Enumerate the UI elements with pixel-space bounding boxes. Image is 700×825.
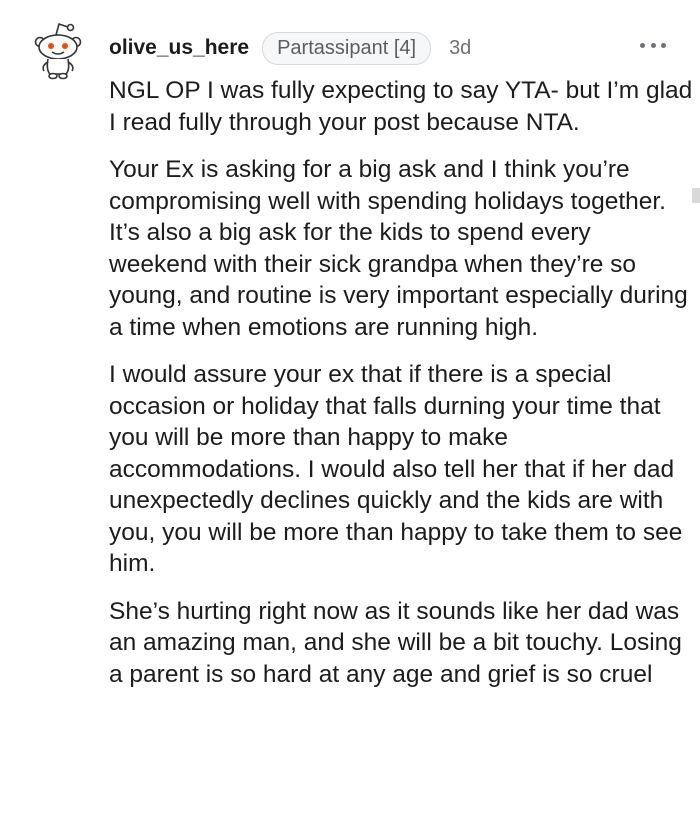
comment-header: olive_us_here Partassipant [4] 3d	[109, 31, 471, 65]
comment-paragraph: I would assure your ex that if there is …	[109, 361, 683, 577]
comment-body: NGL OP I was fully expecting to say YTA-…	[109, 75, 694, 706]
comment: olive_us_here Partassipant [4] 3d NGL OP…	[0, 0, 700, 825]
username[interactable]: olive_us_here	[109, 36, 249, 60]
comment-paragraph: NGL OP I was fully expecting to say YTA-…	[109, 77, 693, 136]
dot	[650, 42, 656, 48]
snoo-avatar-icon	[34, 22, 82, 80]
comment-paragraph: Your Ex is asking for a big ask and I th…	[109, 156, 688, 341]
comment-age[interactable]: 3d	[449, 37, 471, 60]
comment-paragraph: She’s hurting right now as it sounds lik…	[109, 597, 682, 688]
user-flair: Partassipant [4]	[262, 31, 432, 65]
scrollbar-thumb[interactable]	[692, 188, 700, 203]
dot	[640, 42, 645, 48]
avatar[interactable]	[32, 22, 84, 80]
dot	[661, 42, 666, 48]
more-options-icon[interactable]	[640, 36, 666, 54]
